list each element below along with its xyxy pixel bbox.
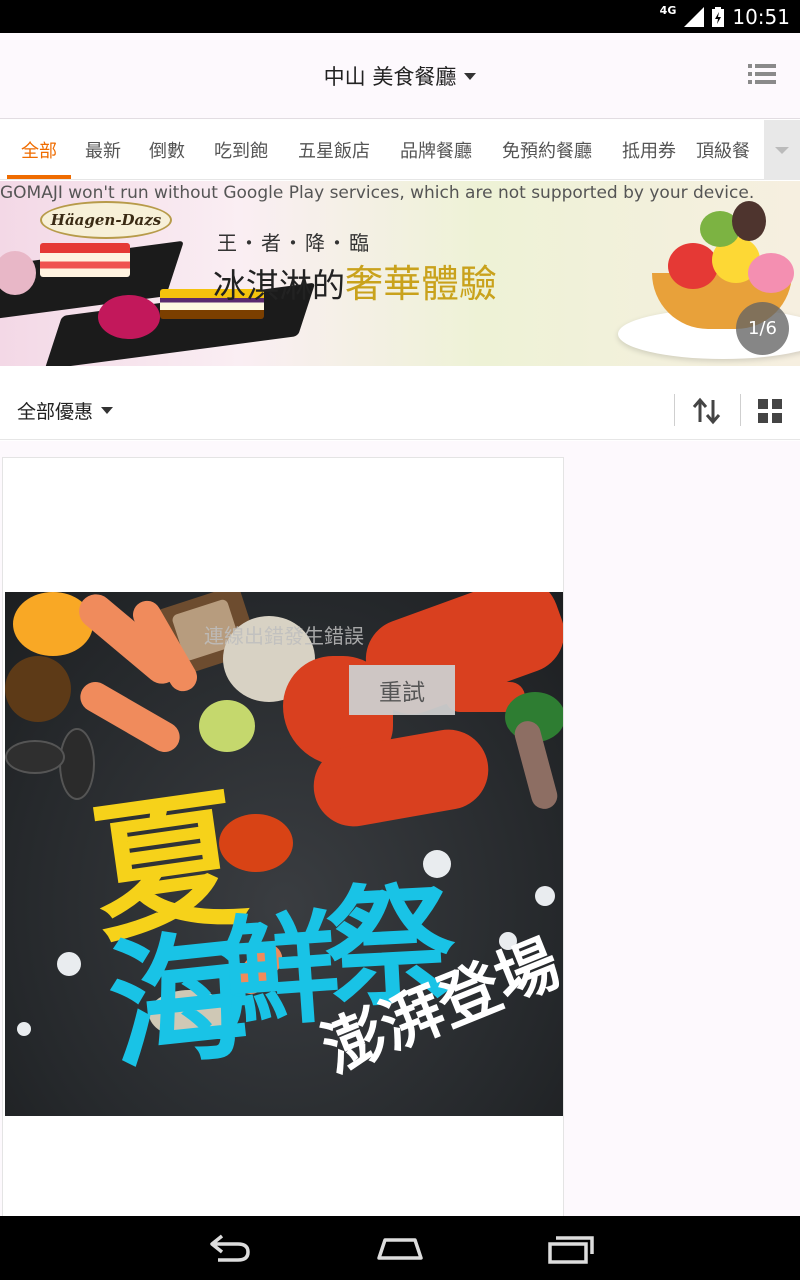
home-icon[interactable]	[375, 1230, 425, 1266]
tab-voucher[interactable]: 抵用券	[612, 120, 686, 180]
tab-brand-restaurant[interactable]: 品牌餐廳	[390, 120, 482, 180]
active-tab-indicator	[7, 175, 71, 179]
filter-label: 全部優惠	[17, 400, 94, 423]
tabs-expand-button[interactable]	[764, 120, 800, 180]
page-title: 中山 美食餐廳	[323, 65, 457, 89]
filter-bar: 全部優惠	[0, 382, 800, 440]
system-warning-text: GOMAJI won't run without Google Play ser…	[0, 183, 755, 203]
brand-logo: Häagen-Dazs	[40, 201, 172, 239]
deal-filter-dropdown[interactable]: 全部優惠	[17, 382, 114, 438]
splash	[535, 886, 555, 906]
tab-all[interactable]: 全部	[7, 120, 71, 180]
cake-strawberry	[40, 243, 130, 277]
status-bar: 4G 10:51	[0, 0, 800, 33]
sort-icon[interactable]	[690, 396, 724, 426]
banner-title: 冰淇淋的奢華體驗	[213, 262, 498, 306]
deal-card[interactable]: 夏 海 鮮 祭 澎湃登場 連線出錯發生錯誤 重試	[2, 457, 564, 1217]
dropdown-caret-icon	[101, 406, 114, 414]
macaron-scoop	[98, 295, 160, 339]
mussel	[5, 740, 65, 774]
promo-banner[interactable]: GOMAJI won't run without Google Play ser…	[0, 181, 800, 366]
deal-image: 夏 海 鮮 祭 澎湃登場 連線出錯發生錯誤 重試	[5, 592, 563, 1116]
connection-error-text: 連線出錯發生錯誤	[204, 624, 364, 648]
recents-icon[interactable]	[546, 1230, 596, 1266]
dropdown-caret-icon	[464, 72, 477, 80]
tab-five-star-hotel[interactable]: 五星飯店	[288, 120, 380, 180]
scoop-red	[668, 243, 718, 289]
network-type: 4G	[659, 4, 677, 17]
lime	[199, 700, 255, 752]
tab-buffet[interactable]: 吃到飽	[204, 120, 278, 180]
splash	[17, 1022, 31, 1036]
location-selector[interactable]: 中山 美食餐廳	[0, 33, 800, 119]
tab-countdown[interactable]: 倒數	[140, 120, 194, 180]
tab-premium[interactable]: 頂級餐	[696, 120, 770, 180]
signal-icon	[684, 6, 705, 27]
banner-subtitle: 王・者・降・臨	[217, 231, 371, 255]
battery-icon	[712, 6, 725, 27]
sauce-bowl	[5, 656, 71, 722]
deal-list: 夏 海 鮮 祭 澎湃登場 連線出錯發生錯誤 重試	[0, 441, 800, 1217]
banner-page-counter: 1/6	[736, 302, 789, 355]
category-tabs: 全部 最新 倒數 吃到飽 五星飯店 品牌餐廳 免預約餐廳 抵用券 頂級餐	[0, 120, 800, 180]
scoop-pink	[748, 253, 794, 293]
navigation-bar	[0, 1216, 800, 1280]
clock: 10:51	[732, 4, 790, 29]
splash	[57, 952, 81, 976]
tab-no-reservation[interactable]: 免預約餐廳	[492, 120, 602, 180]
app-bar: 中山 美食餐廳	[0, 33, 800, 119]
divider	[740, 394, 741, 426]
list-menu-icon[interactable]	[748, 63, 776, 85]
retry-button[interactable]: 重試	[349, 665, 455, 715]
chocolate-swirl	[732, 201, 766, 241]
tab-newest[interactable]: 最新	[76, 120, 130, 180]
back-icon[interactable]	[204, 1230, 254, 1266]
divider	[674, 394, 675, 426]
grid-view-icon[interactable]	[758, 399, 782, 423]
chevron-down-icon	[775, 146, 789, 154]
